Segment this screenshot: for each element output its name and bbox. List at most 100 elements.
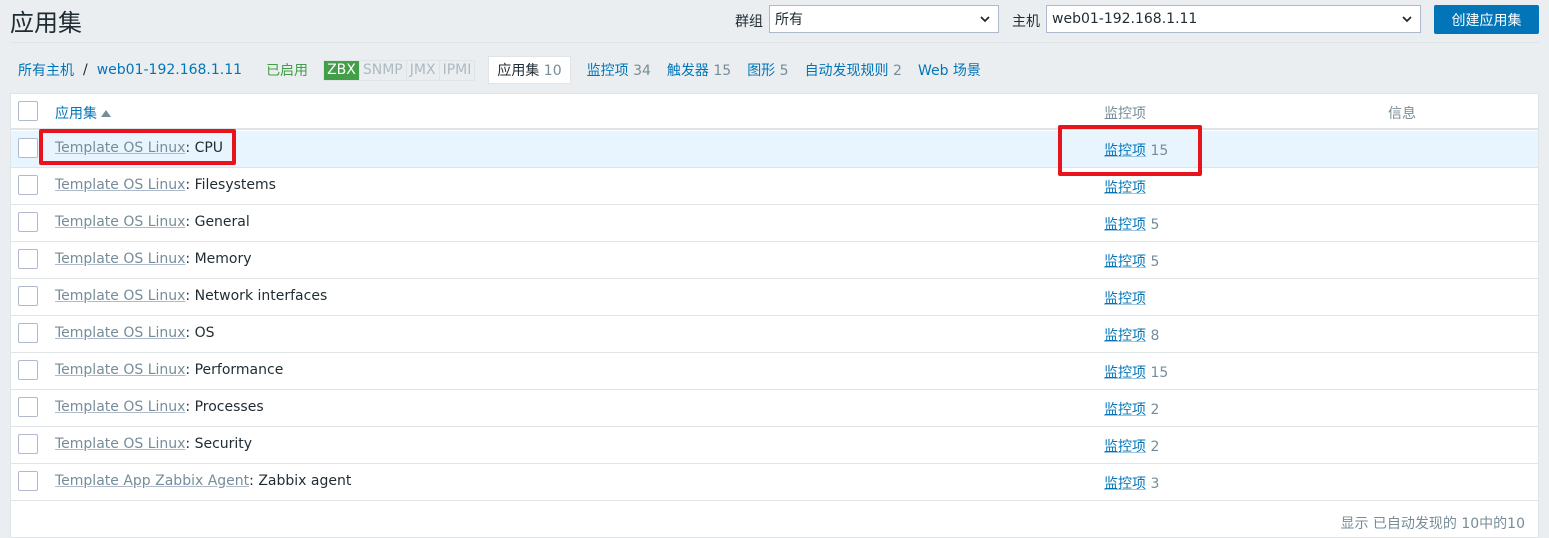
- application-name: Template OS Linux: Network interfaces: [55, 288, 328, 304]
- table-row[interactable]: Template OS Linux: Performance 监控项 15: [11, 353, 1538, 390]
- row-checkbox[interactable]: [18, 249, 38, 269]
- row-checkbox[interactable]: [18, 434, 38, 454]
- chevron-down-icon: [1402, 16, 1412, 23]
- page-title: 应用集: [10, 9, 82, 37]
- template-link[interactable]: Template OS Linux: [55, 288, 185, 304]
- application-label[interactable]: Network interfaces: [195, 288, 328, 304]
- application-label[interactable]: Memory: [195, 251, 252, 267]
- application-label[interactable]: OS: [195, 325, 215, 341]
- application-label[interactable]: Security: [195, 436, 253, 452]
- applications-table: 应用集 监控项 信息 Template OS Linux: CPU 监控项 15…: [10, 93, 1539, 538]
- items-link[interactable]: 监控项: [1104, 254, 1146, 270]
- items-link[interactable]: 监控项: [1104, 180, 1146, 196]
- tab-triggers[interactable]: 触发器 15: [667, 60, 731, 80]
- items-link[interactable]: 监控项: [1104, 365, 1146, 381]
- tab-applications[interactable]: 应用集 10: [488, 56, 571, 84]
- chevron-down-icon: [980, 16, 990, 23]
- column-application-label: 应用集: [55, 106, 97, 122]
- application-label[interactable]: Filesystems: [195, 177, 276, 193]
- tab-web-scenarios[interactable]: Web 场景: [918, 60, 981, 80]
- items-link[interactable]: 监控项: [1104, 291, 1146, 307]
- items-cell: 监控项 15: [1104, 362, 1168, 382]
- availability-ipmi: IPMI: [442, 61, 472, 78]
- tab-graphs-label: 图形: [747, 63, 776, 79]
- items-link[interactable]: 监控项: [1104, 439, 1146, 455]
- create-application-button[interactable]: 创建应用集: [1434, 5, 1539, 34]
- items-count: 3: [1150, 476, 1160, 492]
- tab-items-count: 34: [633, 63, 651, 79]
- template-link[interactable]: Template OS Linux: [55, 399, 185, 415]
- host-navigation: 所有主机 / web01-192.168.1.11 已启用 ZBX SNMP J…: [10, 50, 1539, 90]
- application-name: Template OS Linux: General: [55, 214, 250, 230]
- table-row[interactable]: Template OS Linux: CPU 监控项 15: [11, 131, 1538, 168]
- application-name: Template OS Linux: OS: [55, 325, 215, 341]
- items-count: 5: [1150, 254, 1160, 270]
- application-label[interactable]: Zabbix agent: [258, 473, 351, 489]
- items-cell: 监控项: [1104, 288, 1146, 308]
- items-cell: 监控项: [1104, 177, 1146, 197]
- application-label[interactable]: Processes: [195, 399, 264, 415]
- breadcrumb-all-hosts[interactable]: 所有主机: [18, 60, 74, 80]
- tab-discovery-rules[interactable]: 自动发现规则 2: [805, 60, 902, 80]
- table-row[interactable]: Template OS Linux: Processes 监控项 2: [11, 390, 1538, 427]
- items-cell: 监控项 8: [1104, 325, 1159, 345]
- row-checkbox[interactable]: [18, 175, 38, 195]
- column-header-info: 信息: [1388, 106, 1416, 122]
- group-select[interactable]: 所有: [769, 5, 999, 33]
- table-row[interactable]: Template OS Linux: OS 监控项 8: [11, 316, 1538, 353]
- select-all-checkbox[interactable]: [18, 101, 38, 121]
- template-link[interactable]: Template OS Linux: [55, 325, 185, 341]
- items-count: 2: [1150, 439, 1160, 455]
- tab-graphs[interactable]: 图形 5: [747, 60, 788, 80]
- column-header-items: 监控项: [1104, 106, 1146, 122]
- application-name: Template OS Linux: Filesystems: [55, 177, 276, 193]
- host-select[interactable]: web01-192.168.1.11: [1046, 5, 1421, 33]
- column-header-application[interactable]: 应用集: [55, 103, 111, 123]
- table-header: 应用集 监控项 信息: [11, 94, 1538, 130]
- table-row[interactable]: Template OS Linux: Filesystems 监控项: [11, 168, 1538, 205]
- items-cell: 监控项 5: [1104, 251, 1159, 271]
- template-link[interactable]: Template App Zabbix Agent: [55, 473, 249, 489]
- row-checkbox[interactable]: [18, 360, 38, 380]
- items-link[interactable]: 监控项: [1104, 476, 1146, 492]
- table-row[interactable]: Template App Zabbix Agent: Zabbix agent …: [11, 464, 1538, 501]
- highlight-box-items: [1058, 125, 1202, 176]
- tab-discovery-count: 2: [893, 63, 902, 79]
- template-link[interactable]: Template OS Linux: [55, 214, 185, 230]
- application-label[interactable]: Performance: [195, 362, 284, 378]
- table-row[interactable]: Template OS Linux: Security 监控项 2: [11, 427, 1538, 464]
- host-status-enabled[interactable]: 已启用: [266, 60, 308, 80]
- table-row[interactable]: Template OS Linux: Network interfaces 监控…: [11, 279, 1538, 316]
- tab-web-label: Web 场景: [917, 63, 981, 79]
- template-link[interactable]: Template OS Linux: [55, 436, 185, 452]
- table-row[interactable]: Template OS Linux: Memory 监控项 5: [11, 242, 1538, 279]
- tab-items-label: 监控项: [586, 63, 629, 79]
- template-link[interactable]: Template OS Linux: [55, 177, 185, 193]
- items-link[interactable]: 监控项: [1104, 217, 1146, 233]
- items-count: 5: [1150, 217, 1160, 233]
- items-count: 15: [1150, 365, 1169, 381]
- row-checkbox[interactable]: [18, 397, 38, 417]
- application-name: Template OS Linux: Security: [55, 436, 253, 452]
- host-select-value: web01-192.168.1.11: [1052, 11, 1198, 27]
- application-label[interactable]: General: [195, 214, 250, 230]
- row-checkbox[interactable]: [18, 286, 38, 306]
- header-divider: [10, 42, 1539, 43]
- application-name: Template OS Linux: Performance: [55, 362, 284, 378]
- template-link[interactable]: Template OS Linux: [55, 251, 185, 267]
- table-row[interactable]: Template OS Linux: General 监控项 5: [11, 205, 1538, 242]
- items-link[interactable]: 监控项: [1104, 328, 1146, 344]
- highlight-box-application: [39, 129, 236, 165]
- items-link[interactable]: 监控项: [1104, 402, 1146, 418]
- row-checkbox[interactable]: [18, 212, 38, 232]
- row-checkbox[interactable]: [18, 138, 38, 158]
- tab-items[interactable]: 监控项 34: [587, 60, 651, 80]
- breadcrumb-host[interactable]: web01-192.168.1.11: [97, 62, 242, 78]
- tab-applications-count: 10: [543, 63, 562, 79]
- table-stats: 显示 已自动发现的 10中的10: [1340, 516, 1525, 532]
- row-checkbox[interactable]: [18, 471, 38, 491]
- tab-discovery-label: 自动发现规则: [804, 63, 889, 79]
- template-link[interactable]: Template OS Linux: [55, 362, 185, 378]
- application-name: Template App Zabbix Agent: Zabbix agent: [55, 473, 352, 489]
- row-checkbox[interactable]: [18, 323, 38, 343]
